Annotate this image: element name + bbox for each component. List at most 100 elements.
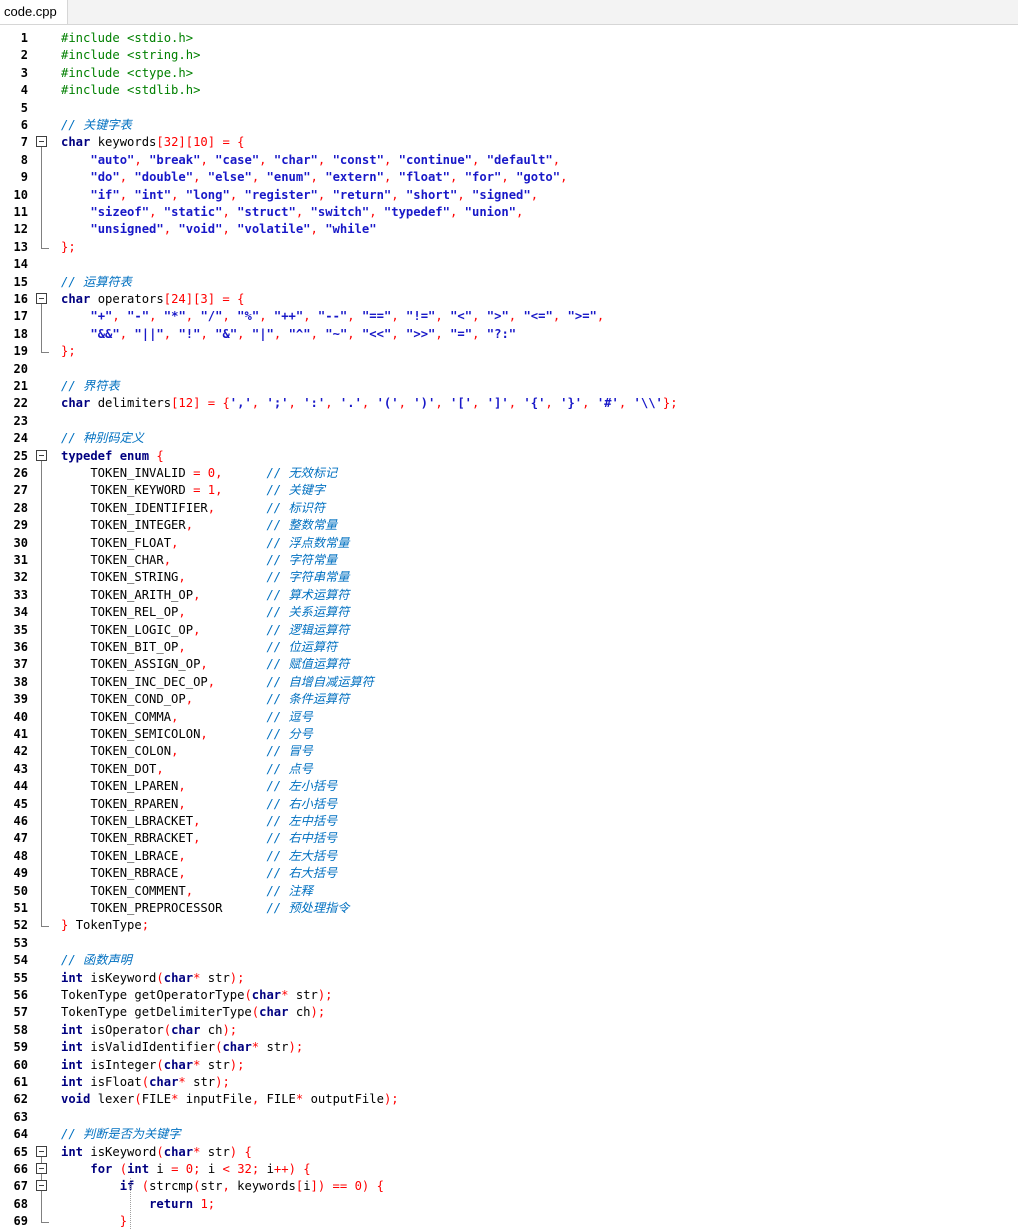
- line-number: 43: [13, 761, 28, 776]
- code-line[interactable]: 44 TOKEN_LPAREN, // 左小括号: [0, 778, 1018, 796]
- code-line[interactable]: 22 char delimiters[12] = {',', ';', ':', …: [0, 395, 1018, 412]
- code-line[interactable]: 51 TOKEN_PREPROCESSOR // 预处理指令: [0, 900, 1018, 918]
- code-line[interactable]: 5: [0, 100, 1018, 117]
- code-line[interactable]: 8 "auto", "break", "case", "char", "cons…: [0, 151, 1018, 170]
- code-line[interactable]: 63: [0, 1109, 1018, 1126]
- code-token: ,: [200, 727, 208, 741]
- collapse-box-icon[interactable]: [36, 1180, 47, 1192]
- fold-toggle-icon[interactable]: [36, 1144, 54, 1161]
- code-token: ,: [596, 309, 605, 324]
- code-line[interactable]: 41 TOKEN_SEMICOLON, // 分号: [0, 726, 1018, 744]
- code-line[interactable]: 9 "do", "double", "else", "enum", "exter…: [0, 169, 1018, 187]
- code-line[interactable]: 46 TOKEN_LBRACKET, // 左中括号: [0, 813, 1018, 831]
- code-line[interactable]: 10 "if", "int", "long", "register", "ret…: [0, 186, 1018, 204]
- code-line[interactable]: 15 // 运算符表: [0, 274, 1018, 291]
- code-line[interactable]: 20: [0, 361, 1018, 378]
- code-line[interactable]: 64 // 判断是否为关键字: [0, 1126, 1018, 1143]
- code-line[interactable]: 56 TokenType getOperatorType(char* str);: [0, 987, 1018, 1004]
- code-line[interactable]: 7 char keywords[32][10] = {: [0, 134, 1018, 152]
- code-line[interactable]: 12 "unsigned", "void", "volatile", "whil…: [0, 221, 1018, 239]
- code-line[interactable]: 25 typedef enum {: [0, 448, 1018, 465]
- code-line[interactable]: 24 // 种别码定义: [0, 430, 1018, 447]
- code-line[interactable]: 49 TOKEN_RBRACE, // 右大括号: [0, 865, 1018, 883]
- collapse-box-icon[interactable]: [36, 293, 47, 304]
- code-line[interactable]: 27 TOKEN_KEYWORD = 1, // 关键字: [0, 482, 1018, 500]
- indent-guide: [130, 1178, 131, 1230]
- code-line[interactable]: 30 TOKEN_FLOAT, // 浮点数常量: [0, 534, 1018, 552]
- line-number: 44: [13, 779, 28, 794]
- code-line[interactable]: 13};: [0, 238, 1018, 256]
- fold-toggle-icon[interactable]: [36, 1178, 54, 1196]
- code-line[interactable]: 28 TOKEN_IDENTIFIER, // 标识符: [0, 499, 1018, 518]
- code-editor[interactable]: 1 #include <stdio.h> 2 #include <string.h> 3…: [0, 30, 1018, 1230]
- fold-line-icon: [36, 534, 54, 552]
- code-line[interactable]: 35 TOKEN_LOGIC_OP, // 逻辑运算符: [0, 621, 1018, 639]
- code-token: );: [310, 1005, 326, 1020]
- code-token: TokenType: [75, 918, 142, 933]
- code-line[interactable]: 26 TOKEN_INVALID = 0, // 无效标记: [0, 465, 1018, 483]
- code-line[interactable]: 60 int isInteger(char* str);: [0, 1057, 1018, 1074]
- code-token: TOKEN_COLON: [61, 744, 172, 759]
- code-line[interactable]: 38 TOKEN_INC_DEC_OP, // 自增自减运算符: [0, 673, 1018, 692]
- fold-gutter: [36, 274, 54, 291]
- code-line[interactable]: 16 char operators[24][3] = {: [0, 291, 1018, 309]
- code-line[interactable]: 33 TOKEN_ARITH_OP, // 算术运算符: [0, 586, 1018, 605]
- collapse-box-icon[interactable]: [36, 449, 47, 461]
- code-line[interactable]: 1 #include <stdio.h>: [0, 30, 1018, 47]
- tab-code-cpp[interactable]: code.cpp: [0, 0, 68, 24]
- code-line[interactable]: 14: [0, 256, 1018, 273]
- code-line[interactable]: 18 "&&", "||", "!", "&", "|", "^", "~", …: [0, 325, 1018, 344]
- code-line[interactable]: 55 int isKeyword(char* str);: [0, 970, 1018, 987]
- code-line[interactable]: 17 "+", "-", "*", "/", "%", "++", "--", …: [0, 308, 1018, 326]
- code-line[interactable]: 34 TOKEN_REL_OP, // 关系运算符: [0, 604, 1018, 622]
- code-line[interactable]: 2 #include <string.h>: [0, 47, 1018, 64]
- code-token: ,: [178, 796, 186, 811]
- fold-toggle-icon[interactable]: [36, 134, 54, 152]
- code-line[interactable]: 36 TOKEN_BIT_OP, // 位运算符: [0, 639, 1018, 657]
- fold-toggle-icon[interactable]: [36, 1161, 54, 1179]
- code-line[interactable]: 39 TOKEN_COND_OP, // 条件运算符: [0, 691, 1018, 709]
- code-line[interactable]: 47 TOKEN_RBRACKET, // 右中括号: [0, 830, 1018, 848]
- code-line[interactable]: 37 TOKEN_ASSIGN_OP, // 赋值运算符: [0, 656, 1018, 674]
- code-line[interactable]: 52} TokenType;: [0, 917, 1018, 934]
- code-line[interactable]: 23: [0, 413, 1018, 430]
- code-line[interactable]: 65 int isKeyword(char* str) {: [0, 1144, 1018, 1161]
- code-line[interactable]: 62 void lexer(FILE* inputFile, FILE* outp…: [0, 1091, 1018, 1108]
- code-line[interactable]: 48 TOKEN_LBRACE, // 左大括号: [0, 847, 1018, 866]
- code-line[interactable]: 6 // 关键字表: [0, 117, 1018, 134]
- code-line[interactable]: 68 return 1;: [0, 1195, 1018, 1214]
- code-line[interactable]: 31 TOKEN_CHAR, // 字符常量: [0, 552, 1018, 570]
- code-token: "!=": [406, 309, 436, 324]
- code-text: int isKeyword(char* str) {: [61, 1144, 252, 1161]
- code-line[interactable]: 67 if (strcmp(str, keywords[i]) == 0) {: [0, 1178, 1018, 1196]
- code-line[interactable]: 58 int isOperator(char ch);: [0, 1022, 1018, 1039]
- collapse-box-icon[interactable]: [36, 1163, 47, 1174]
- code-line[interactable]: 54 // 函数声明: [0, 952, 1018, 969]
- code-line[interactable]: 50 TOKEN_COMMENT, // 注释: [0, 882, 1018, 900]
- fold-toggle-icon[interactable]: [36, 291, 54, 309]
- collapse-box-icon[interactable]: [36, 1145, 47, 1157]
- code-line[interactable]: 11 "sizeof", "static", "struct", "switch…: [0, 204, 1018, 222]
- code-line[interactable]: 42 TOKEN_COLON, // 冒号: [0, 743, 1018, 761]
- code-line[interactable]: 21 // 界符表: [0, 378, 1018, 395]
- code-line[interactable]: 40 TOKEN_COMMA, // 逗号: [0, 708, 1018, 726]
- code-line[interactable]: 19};: [0, 343, 1018, 360]
- code-line[interactable]: 69 }: [0, 1213, 1018, 1230]
- fold-toggle-icon[interactable]: [36, 448, 54, 465]
- code-line[interactable]: 4 #include <stdlib.h>: [0, 82, 1018, 99]
- code-line[interactable]: 61 int isFloat(char* str);: [0, 1074, 1018, 1091]
- code-line[interactable]: 3 #include <ctype.h>: [0, 65, 1018, 82]
- code-line[interactable]: 53: [0, 935, 1018, 952]
- collapse-box-icon[interactable]: [36, 136, 47, 148]
- line-number: 20: [13, 361, 28, 376]
- code-line[interactable]: 59 int isValidIdentifier(char* str);: [0, 1039, 1018, 1056]
- code-line[interactable]: 29 TOKEN_INTEGER, // 整数常量: [0, 517, 1018, 535]
- code-line[interactable]: 32 TOKEN_STRING, // 字符串常量: [0, 569, 1018, 587]
- code-line[interactable]: 57 TokenType getDelimiterType(char ch);: [0, 1004, 1018, 1021]
- code-line[interactable]: 45 TOKEN_RPAREN, // 右小括号: [0, 795, 1018, 813]
- code-line[interactable]: 43 TOKEN_DOT, // 点号: [0, 760, 1018, 779]
- code-line[interactable]: 66 for (int i = 0; i < 32; i++) {: [0, 1161, 1018, 1179]
